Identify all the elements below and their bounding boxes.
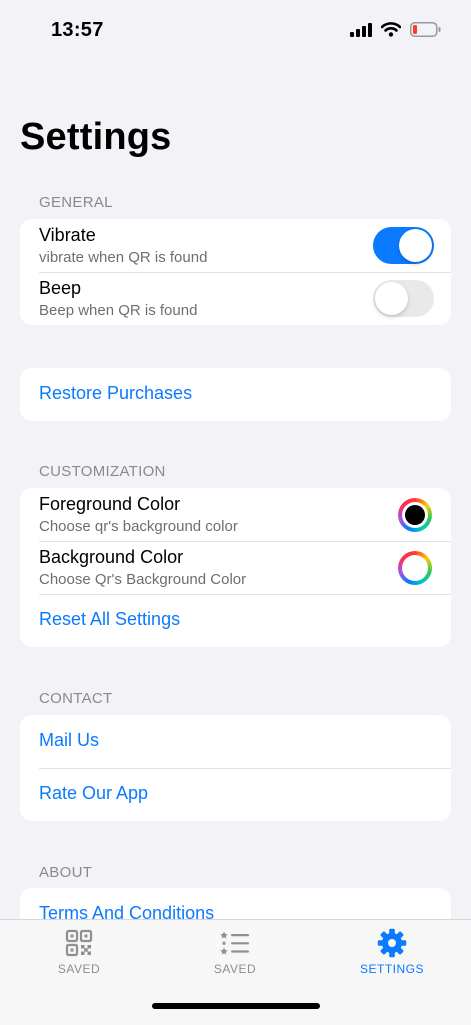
vibrate-row: Vibrate vibrate when QR is found <box>20 219 451 272</box>
vibrate-toggle[interactable] <box>373 227 434 264</box>
beep-title: Beep <box>39 278 82 298</box>
reset-settings-link[interactable]: Reset All Settings <box>39 609 180 630</box>
foreground-color-swatch <box>405 505 425 525</box>
beep-subtitle: Beep when QR is found <box>39 302 198 319</box>
status-time: 13:57 <box>51 19 104 41</box>
general-card: Vibrate vibrate when QR is found Beep Be… <box>20 219 451 325</box>
beep-row: Beep Beep when QR is found <box>20 272 451 325</box>
background-color-row[interactable]: Background Color Choose Qr's Background … <box>20 541 451 594</box>
background-color-well[interactable] <box>398 551 432 585</box>
contact-card: Mail Us Rate Our App <box>20 715 451 821</box>
tab-bar: SAVED SAVED SETTINGS <box>0 919 471 1025</box>
tab-label: SAVED <box>213 962 257 976</box>
foreground-color-well[interactable] <box>398 498 432 532</box>
rate-app-link[interactable]: Rate Our App <box>39 783 148 804</box>
foreground-color-subtitle: Choose qr's background color <box>39 518 238 535</box>
page-title: Settings <box>20 116 172 158</box>
foreground-color-title: Foreground Color <box>39 494 181 514</box>
toggle-knob <box>375 282 408 315</box>
background-color-swatch <box>405 558 425 578</box>
vibrate-title: Vibrate <box>39 225 96 245</box>
tab-settings[interactable]: SETTINGS <box>332 928 452 988</box>
purchases-card: Restore Purchases <box>20 368 451 421</box>
section-header-general: GENERAL <box>39 194 113 211</box>
background-color-title: Background Color <box>39 547 184 567</box>
foreground-color-row[interactable]: Foreground Color Choose qr's background … <box>20 488 451 541</box>
mail-us-link[interactable]: Mail Us <box>39 730 99 751</box>
restore-purchases-link[interactable]: Restore Purchases <box>39 383 192 404</box>
toggle-knob <box>399 229 432 262</box>
beep-toggle[interactable] <box>373 280 434 317</box>
restore-purchases-row[interactable]: Restore Purchases <box>20 368 451 421</box>
tab-label: SETTINGS <box>359 962 424 976</box>
section-header-contact: CONTACT <box>39 690 113 707</box>
vibrate-subtitle: vibrate when QR is found <box>39 249 208 266</box>
tab-saved-list[interactable]: SAVED <box>175 928 295 988</box>
background-color-subtitle: Choose Qr's Background Color <box>39 571 247 588</box>
tab-saved-qr[interactable]: SAVED <box>19 928 139 988</box>
status-icons <box>350 22 441 37</box>
status-bar: 13:57 <box>0 0 471 64</box>
qr-code-icon <box>65 929 93 957</box>
section-header-about: ABOUT <box>39 864 93 881</box>
wifi-icon <box>381 22 401 37</box>
tab-label: SAVED <box>57 962 101 976</box>
battery-icon <box>410 22 441 37</box>
section-header-customization: CUSTOMIZATION <box>39 463 166 480</box>
rate-app-row[interactable]: Rate Our App <box>20 768 451 821</box>
reset-settings-row[interactable]: Reset All Settings <box>20 594 451 647</box>
mail-us-row[interactable]: Mail Us <box>20 715 451 768</box>
customization-card: Foreground Color Choose qr's background … <box>20 488 451 647</box>
signal-icon <box>350 22 372 37</box>
home-indicator <box>152 1003 320 1009</box>
list-icon <box>220 931 249 955</box>
gear-icon <box>377 928 407 958</box>
